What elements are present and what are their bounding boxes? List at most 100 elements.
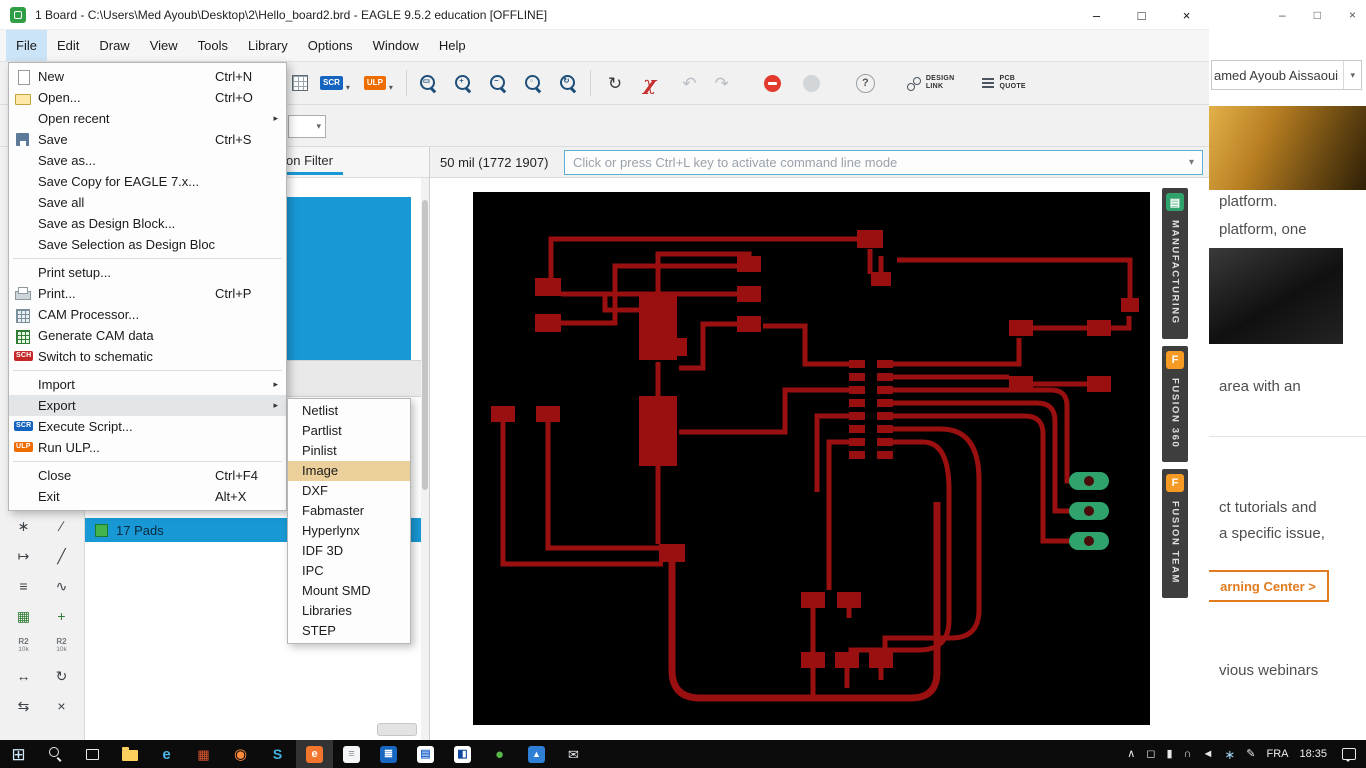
- menu-item-export[interactable]: Export ▸: [9, 395, 286, 416]
- submenu-item-pinlist[interactable]: Pinlist: [288, 441, 410, 461]
- command-dropdown-caret[interactable]: ▾: [1189, 157, 1194, 168]
- refresh-icon[interactable]: ↻: [608, 75, 622, 92]
- menubar-view[interactable]: View: [140, 30, 188, 61]
- value-tool-icon[interactable]: R2 10k: [43, 632, 81, 660]
- move-tool-icon[interactable]: ↔: [5, 662, 43, 690]
- zoom-select-button[interactable]: ▫: [524, 74, 542, 92]
- submenu-item-image[interactable]: Image: [288, 461, 410, 481]
- word-doc-icon[interactable]: ▤: [407, 740, 444, 768]
- volume-icon[interactable]: ◄: [1202, 748, 1213, 760]
- scr-dropdown-caret[interactable]: ▾: [346, 83, 350, 92]
- go-button[interactable]: [802, 74, 820, 92]
- submenu-item-hyperlynx[interactable]: Hyperlynx: [288, 521, 410, 541]
- language-indicator[interactable]: FRA: [1266, 748, 1288, 760]
- board-canvas[interactable]: [430, 178, 1162, 740]
- menubar-tools[interactable]: Tools: [188, 30, 238, 61]
- delete-tool-icon[interactable]: ×: [43, 692, 81, 720]
- menu-item-print-setup[interactable]: Print setup...: [9, 262, 286, 283]
- via-tool-icon[interactable]: +: [43, 602, 81, 630]
- scrollbar-thumb[interactable]: [422, 200, 428, 490]
- menubar-window[interactable]: Window: [363, 30, 429, 61]
- grid-button[interactable]: [292, 75, 308, 91]
- ratsnest-tool-icon[interactable]: ∗: [5, 512, 43, 540]
- task-view-button[interactable]: [74, 740, 111, 768]
- minimize-button[interactable]: –: [1279, 8, 1286, 22]
- menu-item-generate-cam-data[interactable]: Generate CAM data: [9, 325, 286, 346]
- run-ulp-button[interactable]: ULP: [363, 76, 386, 90]
- fusion-360-tab[interactable]: F FUSION 360: [1162, 345, 1188, 463]
- code-app-icon[interactable]: ◧: [444, 740, 481, 768]
- edge-icon[interactable]: e: [148, 740, 185, 768]
- wifi-icon[interactable]: ∩: [1184, 748, 1192, 760]
- menu-item-close[interactable]: Close Ctrl+F4: [9, 465, 286, 486]
- mirror-tool-icon[interactable]: ⇆: [5, 692, 43, 720]
- stop-button[interactable]: [763, 74, 781, 92]
- zoom-out-button[interactable]: −: [489, 74, 507, 92]
- info-tool-icon[interactable]: ↦: [5, 542, 43, 570]
- document-app-icon[interactable]: ≡: [333, 740, 370, 768]
- submenu-item-idf-3d[interactable]: IDF 3D: [288, 541, 410, 561]
- minimize-button[interactable]: –: [1074, 0, 1119, 30]
- action-center-icon[interactable]: [1342, 748, 1356, 762]
- file-explorer-icon[interactable]: [111, 740, 148, 768]
- submenu-item-step[interactable]: STEP: [288, 621, 410, 641]
- hidden-icons-chevron[interactable]: ∧: [1127, 748, 1135, 760]
- start-button[interactable]: ⊞: [0, 740, 37, 768]
- menubar-draw[interactable]: Draw: [89, 30, 139, 61]
- manufacturing-tab[interactable]: ▤ MANUFACTURING: [1162, 188, 1188, 339]
- submenu-item-ipc[interactable]: IPC: [288, 561, 410, 581]
- clock[interactable]: 18:35: [1299, 748, 1327, 760]
- menu-item-open[interactable]: Open... Ctrl+O: [9, 87, 286, 108]
- menu-item-import[interactable]: Import ▸: [9, 374, 286, 395]
- maximize-button[interactable]: □: [1119, 0, 1164, 30]
- account-dropdown[interactable]: amed Ayoub Aissaoui ▾: [1211, 60, 1362, 90]
- menu-item-run-ulp[interactable]: Run ULP...: [9, 437, 286, 458]
- panel-corner-button[interactable]: [377, 723, 417, 736]
- command-line-input[interactable]: Click or press Ctrl+L key to activate co…: [564, 149, 1203, 175]
- skype-icon[interactable]: S: [259, 740, 296, 768]
- blue-app-icon[interactable]: ≣: [370, 740, 407, 768]
- help-button[interactable]: ?: [855, 73, 875, 93]
- battery-icon[interactable]: ▮: [1166, 748, 1172, 760]
- display-icon[interactable]: ◻: [1146, 748, 1155, 760]
- signal-tool-icon[interactable]: ≡: [5, 572, 43, 600]
- close-button[interactable]: ×: [1349, 8, 1356, 22]
- office-app-icon[interactable]: ▦: [185, 740, 222, 768]
- execute-script-button[interactable]: SCR: [320, 76, 343, 90]
- menu-item-save[interactable]: Save Ctrl+S: [9, 129, 286, 150]
- label-tool-icon[interactable]: R2 10k: [5, 632, 43, 660]
- menubar-edit[interactable]: Edit: [47, 30, 89, 61]
- polygon-tool-icon[interactable]: ▦: [5, 602, 43, 630]
- pcb-quote-button[interactable]: PCB QUOTE: [982, 75, 1026, 92]
- menu-item-save-as-design-block[interactable]: Save as Design Block...: [9, 213, 286, 234]
- menu-item-execute-script[interactable]: Execute Script...: [9, 416, 286, 437]
- menu-item-save-all[interactable]: Save all: [9, 192, 286, 213]
- menubar-help[interactable]: Help: [429, 30, 476, 61]
- menu-item-switch-to-schematic[interactable]: Switch to schematic: [9, 346, 286, 367]
- rotate-tool-icon[interactable]: ↻: [43, 662, 81, 690]
- maximize-button[interactable]: □: [1314, 8, 1321, 22]
- menu-separator[interactable]: [9, 367, 286, 374]
- menubar-library[interactable]: Library: [238, 30, 298, 61]
- green-app-icon[interactable]: ●: [481, 740, 518, 768]
- panel-scrollbar[interactable]: [421, 178, 429, 740]
- photos-app-icon[interactable]: ▲: [518, 740, 555, 768]
- menu-separator[interactable]: [9, 255, 286, 262]
- menu-item-save-copy[interactable]: Save Copy for EAGLE 7.x...: [9, 171, 286, 192]
- ripup-tool-icon[interactable]: ∕: [43, 512, 81, 540]
- sync-icon[interactable]: ∗: [1224, 748, 1235, 761]
- redo-button[interactable]: ↷: [715, 75, 729, 92]
- menu-item-save-selection-as-design-block[interactable]: Save Selection as Design Block...: [9, 234, 286, 255]
- fusion-team-tab[interactable]: F FUSION TEAM: [1162, 469, 1188, 599]
- submenu-item-dxf[interactable]: DXF: [288, 481, 410, 501]
- menu-item-open-recent[interactable]: Open recent ▸: [9, 108, 286, 129]
- chi-symbol-icon[interactable]: χ: [643, 73, 656, 93]
- menu-item-save-as[interactable]: Save as...: [9, 150, 286, 171]
- menu-item-new[interactable]: New Ctrl+N: [9, 66, 286, 87]
- zoom-fit-button[interactable]: ▭: [419, 74, 437, 92]
- submenu-item-libraries[interactable]: Libraries: [288, 601, 410, 621]
- line-tool-icon[interactable]: ╱: [43, 542, 81, 570]
- undo-button[interactable]: ↶: [682, 75, 696, 92]
- submenu-item-netlist[interactable]: Netlist: [288, 401, 410, 421]
- ulp-dropdown-caret[interactable]: ▾: [389, 83, 393, 92]
